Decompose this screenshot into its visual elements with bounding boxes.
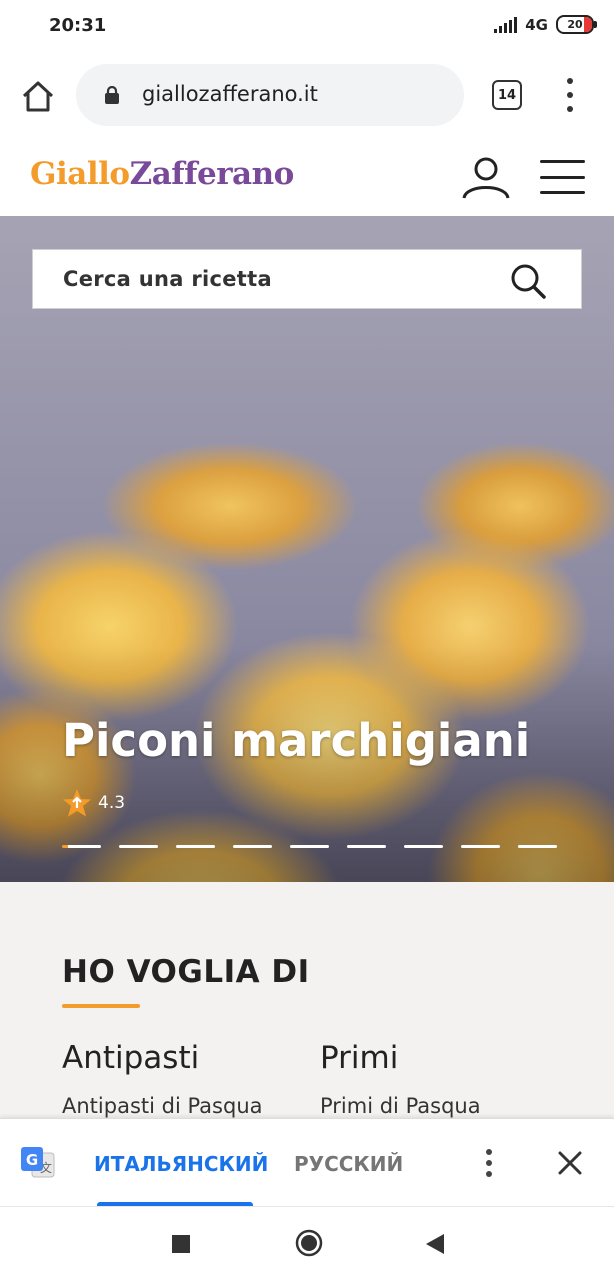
rating-value: 4.3 <box>98 793 126 813</box>
status-indicators: 4G 20 <box>494 15 597 34</box>
carousel-dot[interactable] <box>233 845 272 848</box>
search-placeholder: Cerca una ricetta <box>63 267 272 291</box>
carousel-dot[interactable] <box>518 845 557 848</box>
category-primi[interactable]: Primi <box>320 1040 398 1076</box>
status-time: 20:31 <box>49 15 107 36</box>
categories-section: HO VOGLIA DI Antipasti Antipasti di Pasq… <box>0 882 614 1118</box>
tab-count: 14 <box>497 87 517 103</box>
carousel-dot[interactable] <box>119 845 158 848</box>
recipe-rating: 4.3 <box>62 788 125 818</box>
subcategory-primi-pasqua[interactable]: Primi di Pasqua <box>320 1094 481 1118</box>
lock-icon <box>105 86 119 104</box>
carousel-dot[interactable] <box>347 845 386 848</box>
tab-source-language[interactable]: ИТАЛЬЯНСКИЙ <box>94 1152 268 1176</box>
section-heading: HO VOGLIA DI <box>62 954 310 990</box>
back-nav-icon[interactable] <box>424 1232 446 1256</box>
site-header: GialloZafferano <box>0 138 614 216</box>
signal-icon <box>494 16 518 33</box>
carousel-dot[interactable] <box>176 845 215 848</box>
battery-level: 20 <box>567 18 583 31</box>
home-nav-icon[interactable] <box>295 1229 323 1257</box>
hero-carousel[interactable]: Cerca una ricetta Piconi marchigiani 4.3 <box>0 216 614 882</box>
close-icon[interactable] <box>556 1149 584 1177</box>
logo-part-zafferano: Zafferano <box>129 156 295 192</box>
logo-part-giallo: Giallo <box>30 156 130 192</box>
recent-apps-icon[interactable] <box>172 1235 190 1253</box>
subcategory-antipasti-pasqua[interactable]: Antipasti di Pasqua <box>62 1094 263 1118</box>
site-logo[interactable]: GialloZafferano <box>30 156 294 192</box>
carousel-dot[interactable] <box>290 845 329 848</box>
home-icon[interactable] <box>18 77 58 117</box>
tab-target-language[interactable]: РУССКИЙ <box>294 1152 403 1176</box>
system-nav-bar <box>0 1206 614 1281</box>
carousel-indicators <box>62 845 557 848</box>
battery-icon: 20 <box>556 15 597 34</box>
status-bar: 20:31 4G 20 <box>0 0 614 54</box>
heading-underline <box>62 1004 140 1008</box>
more-vert-icon[interactable] <box>484 1149 494 1177</box>
network-type: 4G <box>525 15 548 34</box>
carousel-dot[interactable] <box>404 845 443 848</box>
carousel-dot[interactable] <box>461 845 500 848</box>
star-icon <box>63 789 91 817</box>
category-antipasti[interactable]: Antipasti <box>62 1040 199 1076</box>
hamburger-menu-icon[interactable] <box>540 160 585 194</box>
search-input[interactable]: Cerca una ricetta <box>32 249 582 309</box>
svg-text:G: G <box>26 1151 38 1169</box>
google-translate-icon: 文 G <box>21 1147 55 1178</box>
user-icon[interactable] <box>460 156 512 200</box>
translate-bar: 文 G ИТАЛЬЯНСКИЙ РУССКИЙ <box>0 1118 614 1207</box>
browser-toolbar: giallozafferano.it 14 <box>0 54 614 139</box>
url-text: giallozafferano.it <box>142 82 318 106</box>
tabs-icon[interactable]: 14 <box>492 80 522 110</box>
address-bar[interactable]: giallozafferano.it <box>76 64 464 126</box>
search-icon[interactable] <box>509 262 547 300</box>
carousel-dot[interactable] <box>62 845 101 848</box>
recipe-title[interactable]: Piconi marchigiani <box>62 714 530 767</box>
more-vert-icon[interactable] <box>560 78 580 112</box>
